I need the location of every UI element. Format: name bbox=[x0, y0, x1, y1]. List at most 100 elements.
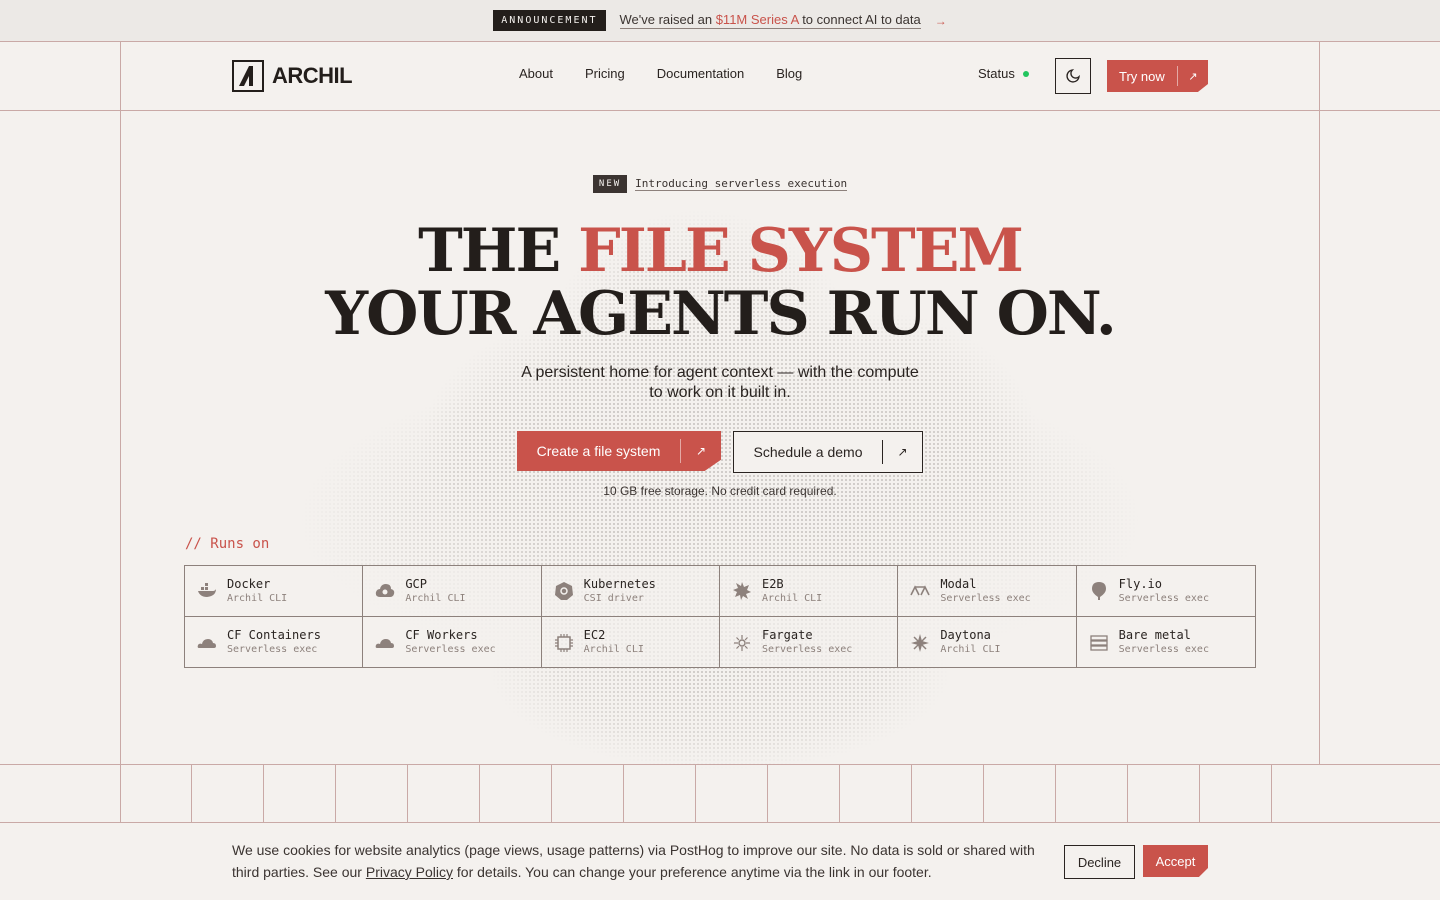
arrow-up-right-icon: ↗ bbox=[1188, 70, 1198, 83]
privacy-policy-link[interactable]: Privacy Policy bbox=[366, 864, 453, 880]
nav-documentation[interactable]: Documentation bbox=[657, 66, 744, 81]
moon-icon bbox=[1066, 69, 1080, 83]
kubernetes-icon bbox=[554, 581, 574, 601]
platform-desc: Serverless exec bbox=[1118, 592, 1209, 604]
chip-icon bbox=[554, 633, 574, 653]
arrow-right-icon[interactable]: → bbox=[935, 14, 947, 28]
platform-name: GCP bbox=[405, 576, 428, 591]
platform-flyio[interactable]: Fly.io Serverless exec bbox=[1076, 566, 1255, 617]
runs-on-label: // Runs on bbox=[185, 536, 270, 552]
new-tag: NEW bbox=[592, 175, 628, 193]
platform-docker[interactable]: Docker Archil CLI bbox=[185, 566, 364, 617]
platform-desc: Archil CLI bbox=[583, 644, 644, 655]
grid-strip-line bbox=[551, 765, 552, 822]
grid-strip-line bbox=[407, 765, 408, 822]
grid-strip-top bbox=[0, 764, 1440, 765]
arrow-up-right-icon: ↗ bbox=[897, 445, 908, 459]
grid-strip-line bbox=[623, 765, 624, 822]
archil-logo-icon bbox=[232, 60, 264, 92]
platform-fargate[interactable]: Fargate Serverless exec bbox=[720, 617, 899, 668]
platform-desc: CSI driver bbox=[583, 592, 644, 604]
nav-pricing[interactable]: Pricing bbox=[585, 66, 625, 81]
platform-desc: Archil CLI bbox=[940, 644, 1001, 655]
free-storage-note: 10 GB free storage. No credit card requi… bbox=[603, 484, 837, 498]
grid-strip-line bbox=[1271, 765, 1272, 822]
platform-gcp[interactable]: GCP Archil CLI bbox=[363, 566, 542, 617]
create-file-system-button[interactable]: Create a file system ↗ bbox=[517, 431, 721, 471]
cookie-text-post: for details. You can change your prefere… bbox=[453, 864, 932, 880]
accept-button[interactable]: Accept bbox=[1143, 845, 1208, 877]
platform-name: CF Workers bbox=[405, 628, 478, 642]
server-icon bbox=[1089, 633, 1109, 653]
hero-subtitle-line1: A persistent home for agent context — wi… bbox=[521, 364, 919, 381]
platform-kubernetes[interactable]: Kubernetes CSI driver bbox=[541, 566, 720, 617]
frame-line-left bbox=[120, 42, 121, 764]
docker-icon bbox=[197, 581, 217, 601]
grid-strip-line bbox=[911, 765, 912, 822]
platform-name: Docker bbox=[227, 576, 271, 591]
grid-strip-line bbox=[695, 765, 696, 822]
new-feature-link[interactable]: Introducing serverless execution bbox=[635, 177, 848, 191]
grid-strip-line bbox=[191, 765, 192, 822]
cloudflare-icon bbox=[375, 633, 395, 653]
grid-strip-line bbox=[767, 765, 768, 822]
grid-strip-line bbox=[263, 765, 264, 822]
platform-modal[interactable]: Modal Serverless exec bbox=[898, 566, 1077, 617]
platform-cf-workers[interactable]: CF Workers Serverless exec bbox=[363, 617, 542, 668]
platform-name: E2B bbox=[761, 576, 784, 591]
daytona-icon bbox=[910, 633, 930, 653]
arrow-up-right-icon: ↗ bbox=[695, 444, 707, 458]
cloudflare-icon bbox=[197, 633, 217, 653]
platform-cf-containers[interactable]: CF Containers Serverless exec bbox=[185, 617, 364, 668]
grid-strip-line bbox=[1055, 765, 1056, 822]
grid-strip-line bbox=[839, 765, 840, 822]
schedule-demo-button[interactable]: Schedule a demo ↗ bbox=[733, 431, 923, 473]
cookie-banner: We use cookies for website analytics (pa… bbox=[0, 822, 1440, 900]
announcement-bar: ANNOUNCEMENT We've raised an $11M Series… bbox=[0, 0, 1440, 42]
platform-name: Fargate bbox=[761, 628, 813, 642]
hero-title-line2: YOUR AGENTS RUN ON. bbox=[325, 279, 1117, 349]
nav-about[interactable]: About bbox=[519, 66, 553, 81]
platform-desc: Archil CLI bbox=[227, 592, 288, 604]
grid-strip-line bbox=[983, 765, 984, 822]
status-link[interactable]: Status bbox=[978, 66, 1029, 81]
announcement-tag: ANNOUNCEMENT bbox=[493, 10, 606, 31]
platform-grid: Docker Archil CLI GCP Archil CLI Kubernete… bbox=[184, 565, 1256, 668]
platform-ec2[interactable]: EC2 Archil CLI bbox=[542, 617, 720, 668]
try-now-label: Try now bbox=[1119, 68, 1165, 84]
platform-daytona[interactable]: Daytona Archil CLI bbox=[898, 617, 1077, 668]
platform-e2b[interactable]: E2B Archil CLI bbox=[719, 566, 899, 617]
platform-name: EC2 bbox=[583, 628, 606, 642]
announcement-link[interactable]: We've raised an $11M Series A to connect… bbox=[619, 12, 921, 29]
platform-desc: Serverless exec bbox=[227, 644, 318, 655]
platform-name: Daytona bbox=[940, 628, 991, 642]
cloud-icon bbox=[375, 581, 395, 601]
hero-title-highlight: FILE SYSTEM bbox=[578, 216, 1024, 286]
platform-bare-metal[interactable]: Bare metal Serverless exec bbox=[1077, 617, 1255, 668]
try-now-button[interactable]: Try now ↗ bbox=[1107, 60, 1208, 92]
decline-button[interactable]: Decline bbox=[1064, 845, 1135, 879]
brand-name: ARCHIL bbox=[272, 63, 353, 88]
platform-name: Bare metal bbox=[1118, 628, 1191, 642]
grid-strip-line bbox=[479, 765, 480, 822]
status-label: Status bbox=[978, 66, 1015, 81]
platform-desc: Archil CLI bbox=[761, 592, 823, 604]
new-feature-pill[interactable]: NEW Introducing serverless execution bbox=[0, 175, 1440, 193]
platform-desc: Archil CLI bbox=[405, 592, 466, 604]
theme-toggle-button[interactable] bbox=[1055, 58, 1091, 94]
hero-subtitle: A persistent home for agent context — wi… bbox=[0, 363, 1440, 403]
balloon-icon bbox=[1089, 581, 1109, 601]
brand-logo[interactable]: ARCHIL bbox=[232, 60, 353, 92]
cookie-text: We use cookies for website analytics (pa… bbox=[232, 839, 1062, 883]
hero-subtitle-line2: to work on it built in. bbox=[649, 384, 791, 401]
fargate-icon bbox=[732, 633, 752, 653]
modal-icon bbox=[910, 581, 931, 601]
platform-desc: Serverless exec bbox=[1118, 644, 1209, 655]
frame-line-right bbox=[1319, 42, 1320, 764]
nav-blog[interactable]: Blog bbox=[776, 66, 802, 81]
hero-title-pre: THE bbox=[418, 216, 579, 286]
announcement-text-pre: We've raised an bbox=[619, 12, 716, 27]
grid-strip-line bbox=[1199, 765, 1200, 822]
nav-divider bbox=[0, 110, 1440, 111]
main-nav: About Pricing Documentation Blog bbox=[519, 66, 802, 81]
